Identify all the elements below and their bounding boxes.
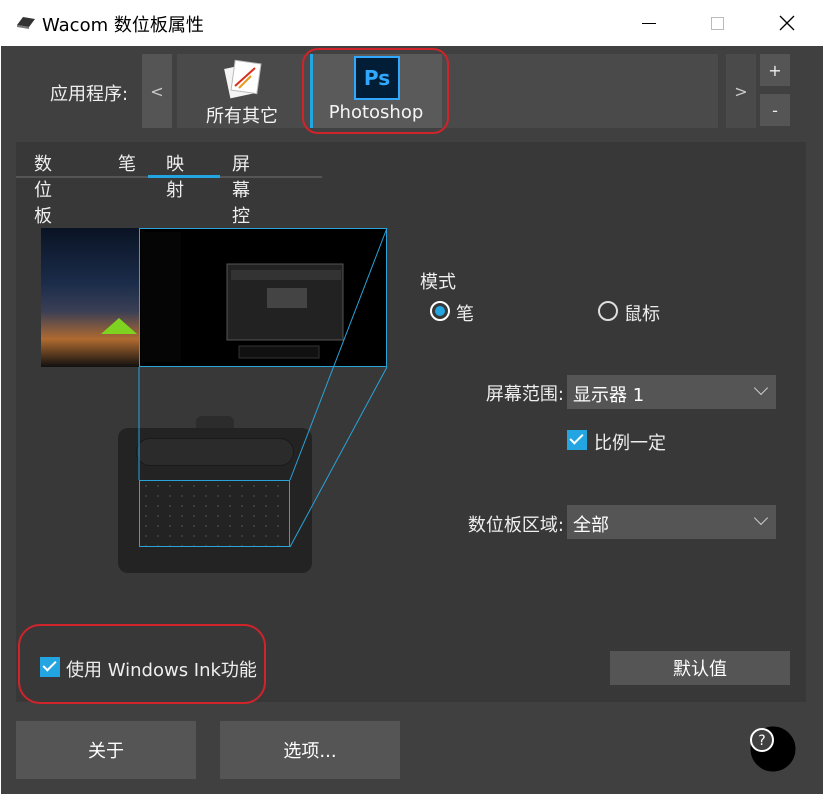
help-glyph: ? [758, 733, 765, 749]
default-button[interactable]: 默认值 [610, 651, 790, 685]
tablet-area-dropdown[interactable]: 全部 [567, 505, 776, 539]
tab-tablet[interactable]: 数位板 [34, 146, 52, 227]
screen-area-dropdown[interactable]: 显示器 1 [567, 375, 776, 409]
windows-ink-checkbox[interactable] [40, 657, 60, 677]
tablet-active-area [139, 480, 290, 547]
tablet-area-label: 数位板区域: [467, 515, 564, 536]
options-button[interactable]: 选项... [220, 721, 400, 779]
maximize-button[interactable] [688, 0, 746, 46]
minimize-button[interactable] [620, 0, 678, 46]
force-proportions-label: 比例一定 [594, 433, 666, 454]
app-tile-all-others[interactable]: 所有其它 [177, 54, 307, 128]
close-button[interactable] [758, 0, 816, 46]
screen-mapping-region [139, 228, 387, 367]
windows-ink-label: 使用 Windows Ink功能 [66, 660, 257, 681]
mode-pen-radio[interactable] [430, 301, 450, 321]
tablet-express-keys [136, 438, 294, 466]
about-button[interactable]: 关于 [16, 721, 196, 779]
app-tile-photoshop[interactable]: Ps Photoshop [310, 54, 442, 128]
settings-panel [16, 142, 806, 702]
help-icon: ? [750, 726, 796, 772]
apps-prev-button[interactable]: < [142, 54, 172, 128]
help-button[interactable]: ? [748, 722, 798, 772]
tab-pen[interactable]: 笔 [118, 146, 136, 180]
remove-application-button[interactable]: - [760, 94, 790, 126]
checkmark-icon [42, 657, 57, 672]
wacom-tablet-icon [17, 17, 35, 29]
tab-screen-control[interactable]: 屏幕控制 [232, 146, 250, 253]
mode-label: 模式 [420, 272, 456, 293]
tablet-area-value: 全部 [573, 515, 609, 536]
window-title: Wacom 数位板属性 [42, 15, 204, 36]
photoshop-icon: Ps [354, 56, 400, 100]
app-tile-label: Photoshop [328, 102, 424, 123]
close-icon [779, 15, 795, 31]
app-tile-label: 所有其它 [206, 106, 278, 127]
screen-area-label: 屏幕范围: [485, 384, 564, 405]
maximize-icon [710, 16, 724, 30]
chevron-down-icon [753, 510, 769, 526]
mode-pen-label: 笔 [456, 304, 474, 325]
tab-active-indicator [148, 175, 220, 178]
applications-label: 应用程序: [50, 84, 129, 105]
mode-mouse-label: 鼠标 [624, 304, 660, 325]
force-proportions-checkbox[interactable] [567, 430, 587, 450]
all-apps-icon [224, 59, 262, 99]
apps-next-button[interactable]: > [726, 54, 756, 128]
chevron-down-icon [753, 380, 769, 396]
screen-area-value: 显示器 1 [573, 385, 645, 406]
title-bar: Wacom 数位板属性 [0, 0, 824, 46]
add-application-button[interactable]: + [760, 54, 790, 86]
mode-mouse-radio[interactable] [598, 301, 618, 321]
minimize-icon [642, 22, 656, 24]
checkmark-icon [569, 430, 584, 445]
tablet-top-button [196, 416, 234, 428]
